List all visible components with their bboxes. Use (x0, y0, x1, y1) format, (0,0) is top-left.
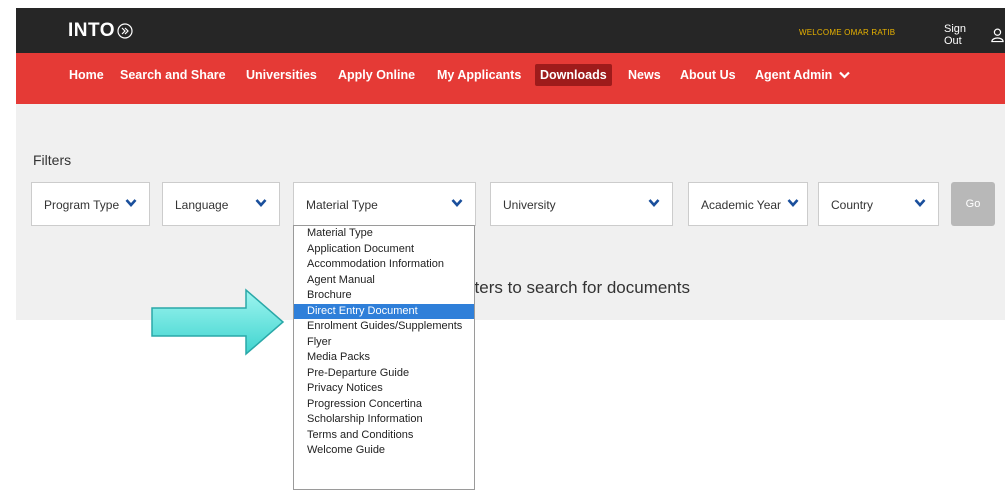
program-type-select[interactable]: Program Type (31, 182, 150, 226)
chevron-down-icon (648, 199, 660, 207)
material-type-option[interactable]: Accommodation Information (294, 257, 474, 273)
double-chevron-circle-icon (117, 23, 133, 39)
material-type-label: Material Type (306, 198, 378, 212)
user-outline-icon (991, 28, 1004, 43)
material-type-option[interactable]: Material Type (294, 226, 474, 242)
chevron-down-icon (839, 71, 850, 79)
nav-apply-online[interactable]: Apply Online (338, 64, 415, 86)
nav-universities[interactable]: Universities (246, 64, 317, 86)
chevron-down-icon (914, 199, 926, 207)
nav-my-applicants[interactable]: My Applicants (437, 64, 521, 86)
material-type-option[interactable]: Privacy Notices (294, 381, 474, 397)
nav-news[interactable]: News (628, 64, 661, 86)
university-select[interactable]: University (490, 182, 673, 226)
material-type-option[interactable]: Flyer (294, 335, 474, 351)
top-bar: INTO WELCOME OMAR RATIB Sign Out (16, 8, 1005, 53)
right-arrow-icon (151, 288, 285, 356)
material-type-option[interactable]: Brochure (294, 288, 474, 304)
university-label: University (503, 198, 556, 212)
material-type-option[interactable]: Scholarship Information (294, 412, 474, 428)
country-label: Country (831, 198, 874, 212)
welcome-text: WELCOME OMAR RATIB (799, 28, 896, 37)
language-label: Language (175, 198, 229, 212)
material-type-dropdown-list: Material Type Application Document Accommo… (293, 225, 475, 490)
logo-text[interactable]: INTO (68, 20, 115, 42)
program-type-label: Program Type (44, 198, 120, 212)
go-button[interactable]: Go (951, 182, 995, 226)
material-type-option[interactable]: Pre-Departure Guide (294, 366, 474, 382)
material-type-select[interactable]: Material Type (293, 182, 476, 226)
nav-agent-admin[interactable]: Agent Admin (755, 64, 850, 86)
nav-search-and-share[interactable]: Search and Share (120, 64, 226, 86)
nav-about-us[interactable]: About Us (680, 64, 736, 86)
material-type-option[interactable]: Media Packs (294, 350, 474, 366)
material-type-option[interactable]: Progression Concertina (294, 397, 474, 413)
empty-state-message: ilters to search for documents (467, 278, 690, 297)
material-type-option[interactable]: Direct Entry Document (294, 303, 474, 319)
country-select[interactable]: Country (818, 182, 939, 226)
material-type-option[interactable]: Enrolment Guides/Supplements (294, 319, 474, 335)
sign-out-label: Sign Out (944, 23, 967, 47)
material-type-option[interactable]: Agent Manual (294, 273, 474, 289)
nav-agent-admin-label: Agent Admin (755, 68, 833, 82)
nav-downloads[interactable]: Downloads (535, 64, 612, 86)
chevron-down-icon (451, 199, 463, 207)
main-nav: Home Search and Share Universities Apply… (16, 53, 1005, 104)
material-type-option[interactable]: Welcome Guide (294, 443, 474, 459)
chevron-down-icon (787, 199, 799, 207)
academic-year-label: Academic Year (701, 198, 782, 212)
material-type-option[interactable]: Terms and Conditions (294, 428, 474, 444)
chevron-down-icon (125, 199, 137, 207)
language-select[interactable]: Language (162, 182, 280, 226)
nav-home[interactable]: Home (69, 64, 104, 86)
material-type-option[interactable]: Application Document (294, 242, 474, 258)
chevron-down-icon (255, 199, 267, 207)
filters-heading: Filters (33, 152, 72, 168)
academic-year-select[interactable]: Academic Year (688, 182, 808, 226)
sign-out-link[interactable]: Sign Out (944, 23, 1005, 47)
